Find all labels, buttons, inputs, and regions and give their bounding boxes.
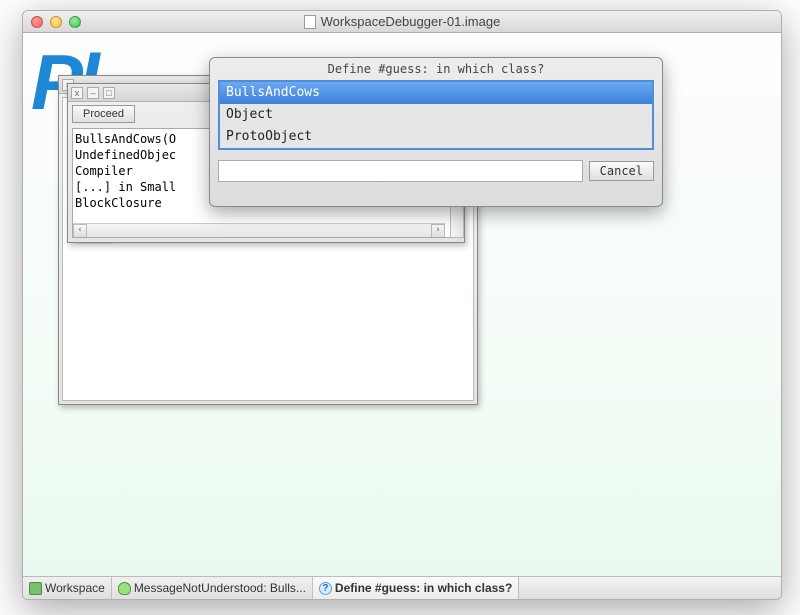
debugger-close-button[interactable]: x	[71, 87, 83, 99]
taskbar-item-workspace[interactable]: Workspace	[23, 577, 112, 599]
taskbar-item-dialog[interactable]: ? Define #guess: in which class?	[313, 577, 519, 599]
workspace-icon	[29, 582, 42, 595]
close-window-button[interactable]	[31, 16, 43, 28]
taskbar: Workspace MessageNotUnderstood: Bulls...…	[23, 576, 781, 599]
mac-window-title: WorkspaceDebugger-01.image	[23, 14, 781, 29]
scroll-left-icon[interactable]: ‹	[73, 224, 87, 238]
zoom-window-button[interactable]	[69, 16, 81, 28]
define-method-dialog[interactable]: Define #guess: in which class? BullsAndC…	[209, 57, 663, 207]
bug-icon	[118, 582, 131, 595]
taskbar-label: MessageNotUnderstood: Bulls...	[134, 581, 306, 595]
pharo-world[interactable]: Pl × x ga ga x – □ MessageNo P	[23, 33, 781, 576]
minimize-window-button[interactable]	[50, 16, 62, 28]
mac-window: WorkspaceDebugger-01.image Pl × x ga ga …	[22, 10, 782, 600]
document-icon	[304, 15, 316, 29]
class-option-selected[interactable]: BullsAndCows	[220, 82, 652, 104]
debugger-toolbar: Proceed	[72, 105, 135, 123]
taskbar-label: Workspace	[45, 581, 105, 595]
taskbar-label: Define #guess: in which class?	[335, 581, 512, 595]
dialog-bottom-row: Cancel	[218, 160, 654, 182]
traffic-lights	[23, 16, 81, 28]
scroll-right-icon[interactable]: ›	[431, 224, 445, 238]
class-option[interactable]: Object	[220, 104, 652, 126]
debugger-max-button[interactable]: □	[103, 87, 115, 99]
dialog-filter-input[interactable]	[218, 160, 583, 182]
dialog-title: Define #guess: in which class?	[218, 62, 654, 76]
cancel-button[interactable]: Cancel	[589, 161, 654, 181]
debugger-min-button[interactable]: –	[87, 87, 99, 99]
debugger-hscrollbar[interactable]: ‹ ›	[73, 223, 445, 237]
class-list[interactable]: BullsAndCows Object ProtoObject	[218, 80, 654, 150]
class-option[interactable]: ProtoObject	[220, 126, 652, 148]
mac-window-title-text: WorkspaceDebugger-01.image	[321, 14, 501, 29]
proceed-button[interactable]: Proceed	[72, 105, 135, 123]
taskbar-item-debugger[interactable]: MessageNotUnderstood: Bulls...	[112, 577, 313, 599]
question-icon: ?	[319, 582, 332, 595]
mac-titlebar: WorkspaceDebugger-01.image	[23, 11, 781, 33]
